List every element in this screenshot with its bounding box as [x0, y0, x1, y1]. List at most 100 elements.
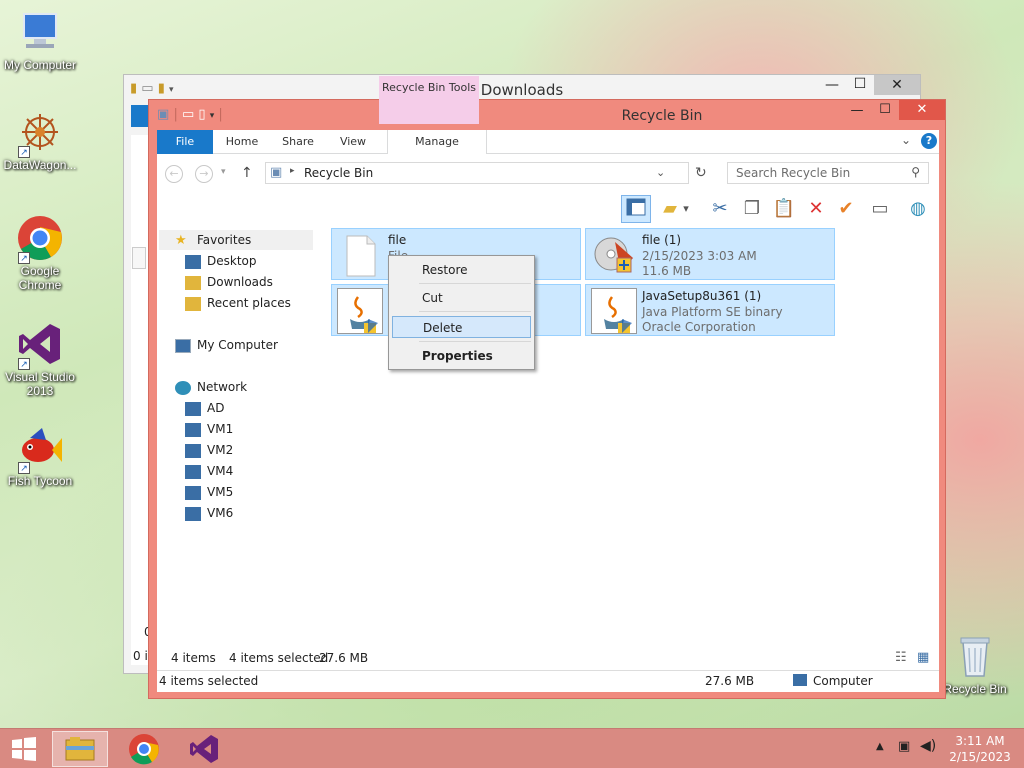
- show-hidden-icons-icon[interactable]: ▲: [876, 741, 884, 752]
- nav-network-item[interactable]: VM6: [185, 503, 233, 523]
- preview-pane-icon[interactable]: [621, 195, 651, 223]
- taskbar: ▲ ▣ ◀) 3:11 AM 2/15/2023: [0, 728, 1024, 768]
- up-button[interactable]: ↑: [241, 165, 253, 181]
- file-tile[interactable]: file (1) 2/15/2023 3:03 AM 11.6 MB: [585, 228, 835, 280]
- nav-item-label: VM1: [207, 422, 234, 436]
- new-folder-icon[interactable]: ▯: [198, 107, 205, 122]
- tiles-view-icon[interactable]: ▦: [917, 650, 929, 665]
- nav-downloads[interactable]: Downloads: [185, 272, 273, 292]
- recent-locations-icon[interactable]: ▾: [221, 167, 226, 177]
- nav-network[interactable]: Network: [175, 377, 247, 397]
- item-count: 4 items: [171, 651, 216, 665]
- collapse-ribbon-icon[interactable]: ⌄: [901, 133, 911, 147]
- start-button[interactable]: [0, 731, 48, 767]
- recycle-bin-window[interactable]: ▣ | ▭ ▯ ▾ | Recycle Bin Tools Recycle Bi…: [148, 76, 946, 699]
- selected-size: 27.6 MB: [319, 651, 369, 665]
- desktop-icon-my-computer[interactable]: My Computer: [0, 8, 80, 72]
- file-tile[interactable]: JavaSetup8u361 (1) Java Platform SE bina…: [585, 284, 835, 336]
- nav-network-label: Network: [197, 380, 248, 394]
- datawagon-icon: ↗: [16, 108, 64, 158]
- network-tray-icon[interactable]: ▣: [898, 739, 910, 754]
- file-name: JavaSetup8u361 (1): [642, 289, 762, 303]
- nav-favorites[interactable]: ★ Favorites: [159, 230, 313, 250]
- file-type: Java Platform SE binary: [642, 305, 783, 319]
- tab-home[interactable]: Home: [221, 130, 263, 154]
- volume-icon[interactable]: ◀): [920, 738, 936, 754]
- help-icon[interactable]: ?: [921, 133, 937, 149]
- copy-icon[interactable]: ❐: [739, 196, 765, 222]
- chevron-down-icon[interactable]: ▾: [210, 111, 215, 121]
- close-button[interactable]: ✕: [899, 100, 945, 120]
- breadcrumb-recycle-bin[interactable]: Recycle Bin: [304, 166, 373, 180]
- paste-icon[interactable]: 📋: [771, 196, 797, 222]
- check-list-icon[interactable]: ▾: [673, 196, 699, 222]
- downloads-close-button[interactable]: ✕: [874, 75, 920, 95]
- shortcut-arrow-icon: ↗: [18, 358, 30, 370]
- address-field[interactable]: ▣ ▸ Recycle Bin ⌄: [265, 162, 689, 184]
- network-computer-icon: [185, 506, 201, 521]
- nav-desktop[interactable]: Desktop: [185, 251, 257, 271]
- properties-icon[interactable]: ▭: [182, 107, 194, 122]
- shortcut-arrow-icon: ↗: [18, 146, 30, 158]
- details-view-icon[interactable]: ☷: [895, 650, 907, 665]
- nav-network-item[interactable]: AD: [185, 398, 224, 418]
- tab-file[interactable]: File: [157, 130, 213, 154]
- nav-network-item[interactable]: VM2: [185, 440, 233, 460]
- minimize-button[interactable]: —: [843, 102, 871, 122]
- rename-icon[interactable]: ▭: [867, 196, 893, 222]
- nav-network-item[interactable]: VM1: [185, 419, 233, 439]
- title-bar[interactable]: ▣ | ▭ ▯ ▾ | Recycle Bin Tools Recycle Bi…: [149, 76, 945, 130]
- menu-item-delete[interactable]: Delete: [392, 316, 531, 338]
- globe-icon[interactable]: ◍: [905, 196, 931, 222]
- menu-item-restore[interactable]: Restore: [392, 259, 531, 281]
- taskbar-file-explorer[interactable]: [52, 731, 108, 767]
- nav-my-computer[interactable]: My Computer: [175, 335, 278, 355]
- desktop-icon-label: Google Chrome: [18, 264, 62, 292]
- clock-date: 2/15/2023: [949, 750, 1011, 764]
- visual-studio-icon: [190, 735, 218, 763]
- checkmark-icon[interactable]: ✔: [833, 196, 859, 222]
- network-computer-icon: [185, 464, 201, 479]
- details-selected: 4 items selected: [159, 674, 259, 688]
- refresh-button[interactable]: ↻: [695, 165, 707, 181]
- star-icon: ★: [175, 232, 187, 248]
- desktop-icon-recycle-bin[interactable]: Recycle Bin: [935, 632, 1015, 696]
- maximize-button[interactable]: ☐: [871, 101, 899, 121]
- forward-button[interactable]: →: [195, 165, 213, 183]
- breadcrumb-separator-icon: ▸: [290, 166, 295, 176]
- desktop-icon-fish-tycoon[interactable]: ↗ Fish Tycoon: [0, 424, 80, 488]
- nav-network-item[interactable]: VM4: [185, 461, 233, 481]
- address-dropdown-icon[interactable]: ⌄: [656, 166, 665, 179]
- menu-separator: [419, 311, 531, 312]
- taskbar-chrome[interactable]: [116, 731, 172, 767]
- tab-view[interactable]: View: [333, 130, 373, 154]
- clock[interactable]: 3:11 AM 2/15/2023: [946, 733, 1014, 765]
- recycle-bin-icon: [951, 632, 999, 680]
- search-placeholder: Search Recycle Bin: [736, 166, 851, 180]
- tab-manage[interactable]: Manage: [387, 130, 487, 154]
- tab-share[interactable]: Share: [277, 130, 319, 154]
- taskbar-visual-studio[interactable]: [176, 731, 232, 767]
- desktop-icon-label: Visual Studio 2013: [5, 370, 75, 398]
- network-computer-icon: [185, 401, 201, 416]
- chrome-icon: ↗: [16, 214, 64, 264]
- nav-recent-places[interactable]: Recent places: [185, 293, 291, 313]
- java-installer-icon: [337, 288, 383, 334]
- cut-icon[interactable]: ✂: [707, 196, 733, 222]
- desktop-icon-datawagon[interactable]: ↗ DataWagon...: [0, 108, 80, 172]
- desktop-icon-visual-studio[interactable]: ↗ Visual Studio 2013: [0, 320, 80, 398]
- desktop-icon-label: Fish Tycoon: [7, 474, 73, 488]
- nav-network-item[interactable]: VM5: [185, 482, 233, 502]
- delete-icon[interactable]: ✕: [803, 196, 829, 222]
- downloads-maximize-button[interactable]: ☐: [846, 76, 874, 92]
- desktop-icon-label: Recycle Bin: [943, 682, 1007, 696]
- downloads-list-fragment: [132, 247, 146, 269]
- computer-icon: [175, 338, 191, 353]
- downloads-minimize-button[interactable]: —: [818, 77, 846, 93]
- desktop-icon: [185, 254, 201, 269]
- menu-item-cut[interactable]: Cut: [392, 287, 531, 309]
- desktop-icon-chrome[interactable]: ↗ Google Chrome: [0, 214, 80, 292]
- search-input[interactable]: Search Recycle Bin ⚲: [727, 162, 929, 184]
- menu-item-properties[interactable]: Properties: [392, 345, 531, 367]
- back-button[interactable]: ←: [165, 165, 183, 183]
